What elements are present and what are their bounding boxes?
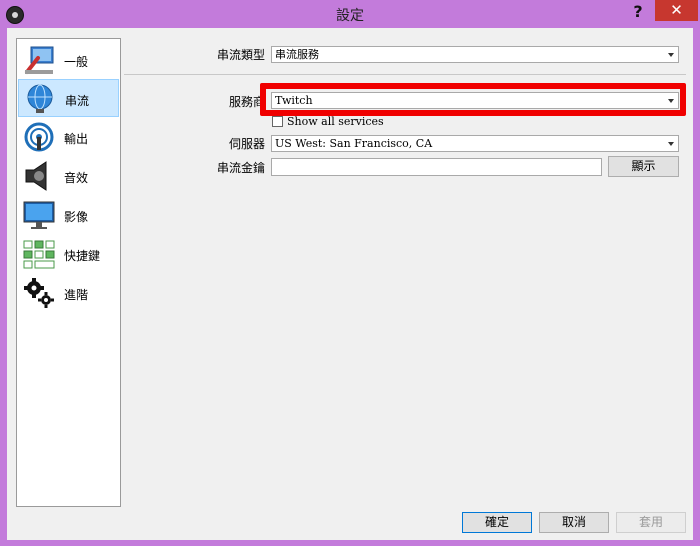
apply-button[interactable]: 套用 [616, 512, 686, 533]
settings-client-area: 一般 串流 輸出 音效 影像 快捷鍵 進階 串流類型 串流服務 服務商 Twit… [7, 28, 693, 540]
sidebar-item-label: 串流 [65, 94, 90, 108]
gears-icon [24, 278, 54, 308]
stream-type-value: 串流服務 [275, 48, 319, 61]
sidebar-item-label: 輸出 [64, 132, 89, 146]
speaker-icon [25, 161, 47, 191]
service-label: 服務商 [228, 95, 265, 109]
chevron-down-icon [668, 142, 674, 146]
show-all-services-label[interactable]: Show all services [287, 115, 384, 128]
stream-key-label: 串流金鑰 [216, 161, 265, 175]
window-title: 設定 [336, 8, 364, 24]
stream-globe-icon [27, 84, 53, 113]
show-all-services-checkbox[interactable] [272, 116, 283, 127]
settings-window: 設定 ? ✕ 一般 串流 輸出 音效 影像 快捷鍵 進階 串流類型 串流服務 服… [0, 0, 700, 546]
sidebar-item-audio[interactable]: 音效 [18, 157, 119, 195]
chevron-down-icon [668, 99, 674, 103]
show-key-button[interactable]: 顯示 [608, 156, 679, 177]
sidebar-item-general[interactable]: 一般 [18, 41, 119, 79]
title-bar[interactable]: 設定 ? ✕ [0, 0, 700, 28]
sidebar-item-hotkeys[interactable]: 快捷鍵 [18, 235, 119, 273]
sidebar-item-label: 影像 [64, 210, 89, 224]
settings-sidebar: 一般 串流 輸出 音效 影像 快捷鍵 進階 [16, 38, 121, 507]
ok-button[interactable]: 確定 [462, 512, 532, 533]
stream-key-input[interactable] [271, 158, 602, 176]
server-select[interactable]: US West: San Francisco, CA [271, 135, 679, 152]
sidebar-item-stream[interactable]: 串流 [18, 79, 119, 117]
service-select[interactable]: Twitch [271, 92, 679, 109]
sidebar-item-label: 快捷鍵 [64, 249, 101, 263]
server-label: 伺服器 [228, 137, 265, 151]
section-divider [124, 74, 686, 75]
close-button[interactable]: ✕ [655, 0, 698, 21]
sidebar-item-output[interactable]: 輸出 [18, 118, 119, 156]
output-icon [24, 122, 54, 152]
service-value: Twitch [275, 94, 313, 107]
sidebar-item-video[interactable]: 影像 [18, 196, 119, 234]
chevron-down-icon [668, 53, 674, 57]
hotkeys-icon [23, 240, 55, 269]
sidebar-item-advanced[interactable]: 進階 [18, 274, 119, 312]
sidebar-item-label: 音效 [64, 171, 89, 185]
stream-type-select[interactable]: 串流服務 [271, 46, 679, 63]
general-settings-icon [25, 46, 54, 74]
help-button[interactable]: ? [628, 2, 648, 24]
cancel-button[interactable]: 取消 [539, 512, 609, 533]
sidebar-item-label: 進階 [64, 288, 89, 302]
sidebar-item-label: 一般 [64, 55, 89, 69]
monitor-icon [23, 201, 55, 229]
stream-type-label: 串流類型 [216, 48, 265, 62]
server-value: US West: San Francisco, CA [275, 137, 433, 150]
